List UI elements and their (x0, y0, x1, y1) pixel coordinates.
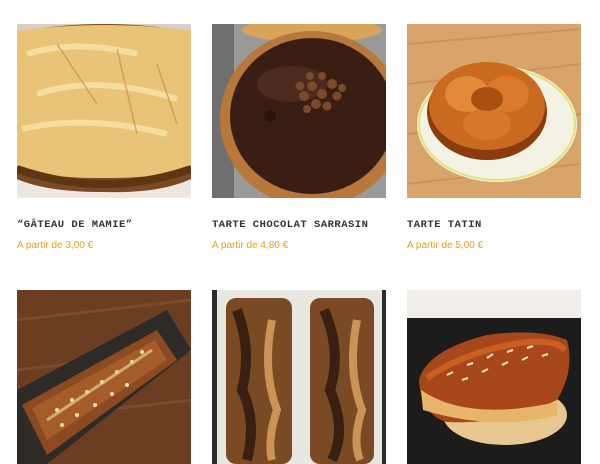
product-name[interactable]: Tarte chocolat sarrasin (212, 219, 386, 231)
product-image-cake-marbre[interactable] (212, 290, 386, 464)
product-card-cake-marbre[interactable] (212, 290, 386, 464)
product-name[interactable]: Tarte tatin (407, 219, 581, 231)
product-card-gateau-de-mamie[interactable]: “Gâteau de Mamie” A partir de 3,00 € (17, 24, 191, 264)
product-card-tarte-chocolat-sarrasin[interactable]: Tarte chocolat sarrasin A partir de 4,80… (212, 24, 386, 264)
product-card-tarte-tatin[interactable]: Tarte tatin A partir de 5,00 € (407, 24, 581, 264)
product-image-tarte-tatin[interactable] (407, 24, 581, 198)
product-price: A partir de 4,80 € (212, 240, 289, 251)
product-image-tarte-chocolat[interactable] (212, 24, 386, 198)
product-image-gateau-de-mamie[interactable] (17, 24, 191, 198)
product-image-cake-graines[interactable] (17, 290, 191, 464)
product-name[interactable]: “Gâteau de Mamie” (17, 219, 191, 231)
product-image-cake-amandes[interactable] (407, 290, 581, 464)
product-price: A partir de 3,00 € (17, 240, 94, 251)
product-card-cake-graines[interactable] (17, 290, 191, 464)
product-card-cake-amandes[interactable] (407, 290, 581, 464)
product-price: A partir de 5,00 € (407, 240, 484, 251)
